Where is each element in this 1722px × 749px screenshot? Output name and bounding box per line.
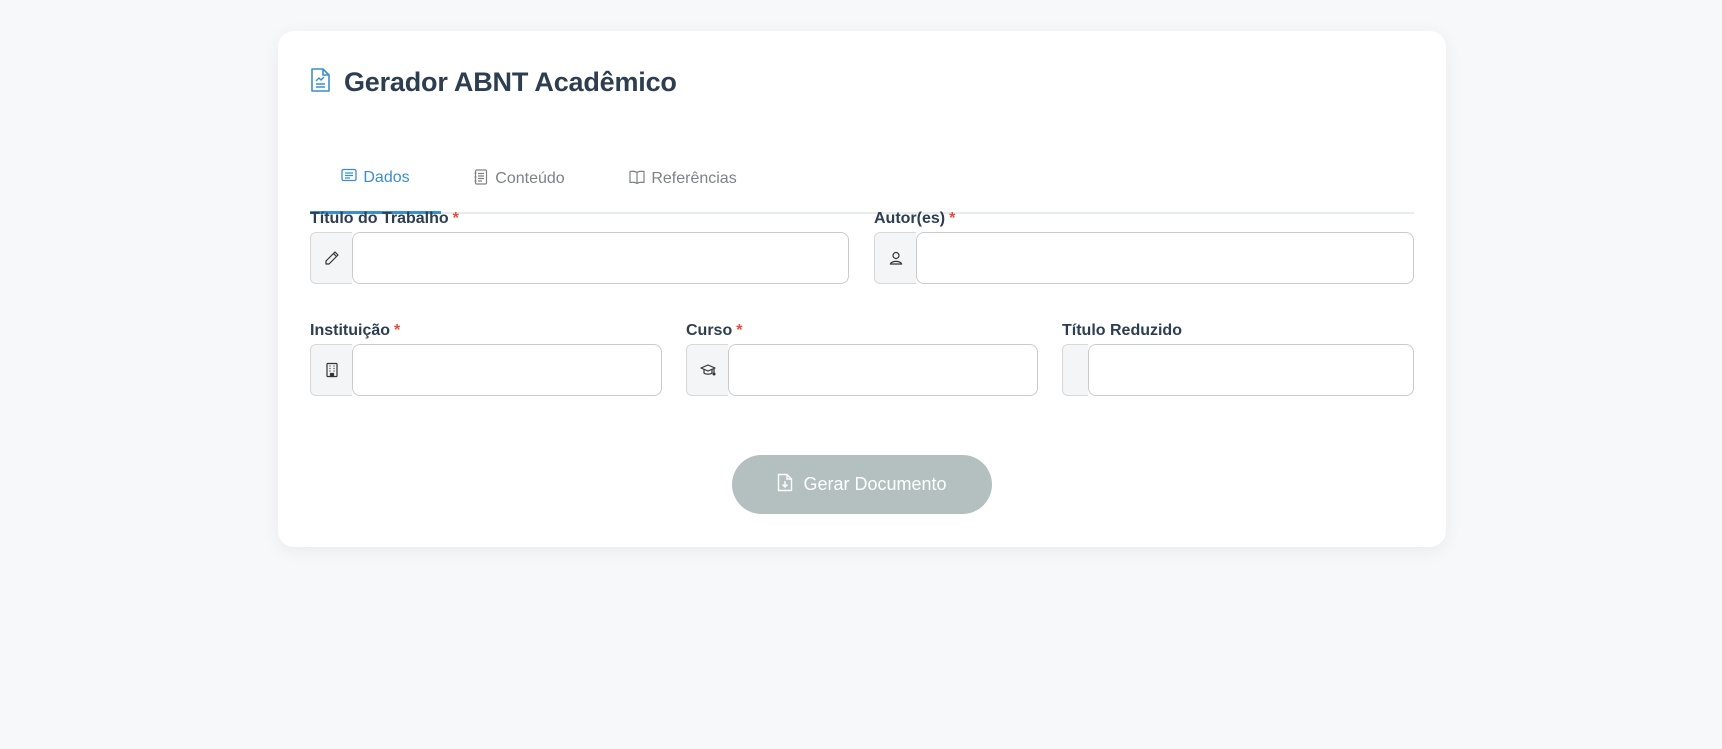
titulo-reduzido-input[interactable] (1088, 344, 1414, 396)
notes-icon (473, 168, 489, 190)
file-download-icon (777, 473, 793, 497)
building-icon (310, 344, 352, 396)
required-mark: * (394, 322, 401, 339)
page-title: Gerador ABNT Acadêmico (344, 67, 677, 97)
titulo-field: Título do Trabalho * (310, 209, 849, 285)
book-icon (629, 169, 645, 190)
required-mark: * (949, 210, 956, 227)
graduation-cap-icon (686, 344, 728, 396)
tab-label: Referências (651, 170, 737, 187)
instituicao-label: Instituição * (310, 322, 401, 339)
tab-label: Dados (363, 168, 410, 186)
autores-label: Autor(es) * (874, 210, 956, 227)
document-text-icon (310, 67, 331, 98)
curso-field: Curso * (686, 321, 1038, 397)
generate-document-button[interactable]: Gerar Documento (732, 455, 992, 514)
list-card-icon (341, 167, 358, 188)
autores-field: Autor(es) * (874, 209, 1414, 285)
required-mark: * (452, 210, 459, 227)
titulo-input[interactable] (352, 232, 849, 284)
header: Gerador ABNT Acadêmico (310, 67, 677, 98)
tab-dados[interactable]: Dados (310, 144, 441, 214)
person-icon (874, 232, 916, 284)
pencil-icon (310, 232, 352, 284)
empty-addon (1062, 344, 1088, 396)
generator-card: Gerador ABNT Acadêmico Dados Conteúdo Re… (278, 31, 1446, 547)
titulo-reduzido-label: Título Reduzido (1062, 322, 1182, 339)
curso-label: Curso * (686, 322, 743, 339)
tab-bar: Dados Conteúdo Referências (310, 144, 1414, 214)
curso-input[interactable] (728, 344, 1038, 396)
generate-label: Gerar Documento (803, 474, 947, 494)
instituicao-input[interactable] (352, 344, 662, 396)
autores-input[interactable] (916, 232, 1414, 284)
titulo-reduzido-field: Título Reduzido (1062, 321, 1414, 397)
titulo-label: Título do Trabalho * (310, 210, 459, 227)
instituicao-field: Instituição * (310, 321, 662, 397)
tab-referencias[interactable]: Referências (597, 144, 769, 214)
tab-label: Conteúdo (495, 170, 565, 187)
tab-conteudo[interactable]: Conteúdo (441, 144, 597, 214)
required-mark: * (736, 322, 743, 339)
